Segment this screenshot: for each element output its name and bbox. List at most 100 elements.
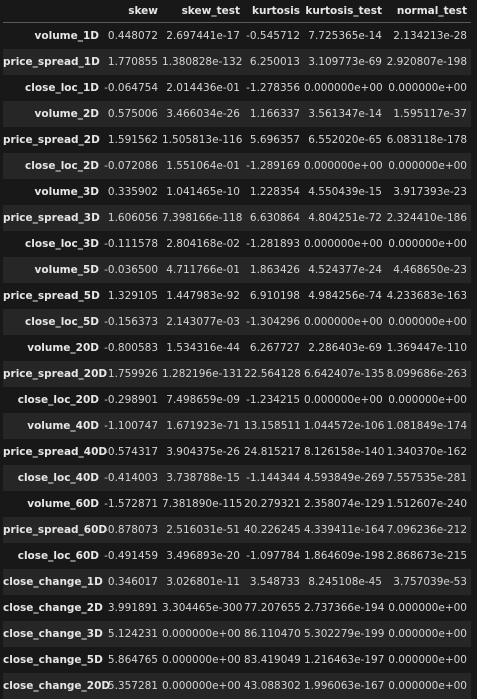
- column-header-skew-test: skew_test: [162, 0, 244, 23]
- index-header: [3, 0, 103, 23]
- cell-skew: -0.064754: [104, 81, 158, 94]
- row-index-label: price_spread_40D: [3, 445, 108, 458]
- cell-skew: 5.864765: [107, 653, 158, 666]
- cell-normal-test: 0.000000e+00: [388, 627, 467, 640]
- cell-kurtosis-test: 4.593849e-269: [304, 471, 385, 484]
- cell-kurtosis: 5.696357: [249, 133, 300, 146]
- table-row: price_spread_40D -0.574317 3.904375e-26 24.…: [3, 439, 471, 465]
- row-index-label: close_change_2D: [3, 601, 103, 614]
- table-row: close_change_3D 5.124231 0.000000e+00 86.11…: [3, 620, 471, 647]
- table-row: close_loc_20D -0.298901 7.498659e-09 -1.234…: [3, 387, 471, 413]
- cell-skew: -0.491459: [104, 549, 158, 562]
- row-index-label: close_loc_20D: [17, 393, 99, 406]
- cell-normal-test: 0.000000e+00: [388, 237, 467, 250]
- cell-skew: 0.335902: [107, 185, 158, 198]
- cell-kurtosis: 40.226245: [244, 523, 301, 536]
- cell-kurtosis: 22.564128: [244, 367, 301, 380]
- cell-skew: 3.991891: [107, 601, 158, 614]
- cell-skew-test: 2.143077e-03: [166, 315, 240, 328]
- row-index-label: price_spread_5D: [3, 289, 100, 302]
- row-index-label: close_change_1D: [3, 575, 103, 588]
- table-row: close_loc_5D -0.156373 2.143077e-03 -1.3042…: [3, 308, 471, 335]
- cell-kurtosis-test: 6.642407e-135: [304, 367, 385, 380]
- cell-normal-test: 6.083118e-178: [386, 133, 467, 146]
- cell-kurtosis: -1.281893: [246, 237, 300, 250]
- row-index-label: close_change_5D: [3, 653, 103, 666]
- cell-skew-test: 1.041465e-10: [166, 185, 240, 198]
- column-header-skew: skew: [103, 0, 162, 23]
- row-index-label: close_loc_60D: [17, 549, 99, 562]
- cell-normal-test: 0.000000e+00: [388, 81, 467, 94]
- row-index-label: price_spread_3D: [3, 211, 100, 224]
- cell-kurtosis-test: 2.286403e-69: [308, 341, 382, 354]
- row-index-label: volume_5D: [34, 263, 99, 276]
- cell-kurtosis: 1.863426: [249, 263, 300, 276]
- cell-normal-test: 0.000000e+00: [388, 159, 467, 172]
- cell-kurtosis: 6.910198: [249, 289, 300, 302]
- cell-kurtosis-test: 0.000000e+00: [304, 315, 383, 328]
- cell-skew-test: 0.000000e+00: [162, 653, 241, 666]
- cell-normal-test: 1.369447e-110: [386, 341, 467, 354]
- cell-skew-test: 3.466034e-26: [166, 107, 240, 120]
- table-body: volume_1D 0.448072 2.697441e-17 -0.545712 7.…: [3, 23, 471, 699]
- cell-normal-test: 2.920807e-198: [386, 55, 467, 68]
- row-index-label: close_loc_2D: [25, 159, 99, 172]
- row-index-label: volume_3D: [34, 185, 99, 198]
- cell-skew: -0.574317: [104, 445, 158, 458]
- cell-normal-test: 0.000000e+00: [388, 601, 467, 614]
- table-row: close_loc_3D -0.111578 2.804168e-02 -1.2818…: [3, 231, 471, 257]
- cell-kurtosis: 43.088302: [244, 679, 301, 692]
- cell-normal-test: 0.000000e+00: [388, 393, 467, 406]
- cell-normal-test: 2.868673e-215: [386, 549, 467, 562]
- table-row: price_spread_1D 1.770855 1.380828e-132 6.25…: [3, 48, 471, 75]
- cell-skew-test: 1.534316e-44: [166, 341, 240, 354]
- table-row: volume_60D -1.572871 7.381890e-115 20.27932…: [3, 491, 471, 517]
- row-index-label: close_loc_1D: [25, 81, 99, 94]
- cell-normal-test: 3.757039e-53: [393, 575, 467, 588]
- cell-kurtosis: 83.419049: [244, 653, 301, 666]
- row-index-label: price_spread_20D: [3, 367, 108, 380]
- cell-kurtosis-test: 2.737366e-194: [304, 601, 385, 614]
- row-index-label: volume_40D: [27, 419, 99, 432]
- cell-normal-test: 7.557535e-281: [386, 471, 467, 484]
- cell-kurtosis-test: 8.126158e-140: [304, 445, 385, 458]
- cell-kurtosis: 24.815217: [244, 445, 301, 458]
- cell-normal-test: 2.134213e-28: [393, 29, 467, 42]
- table-row: price_spread_3D 1.606056 7.398166e-118 6.63…: [3, 204, 471, 231]
- cell-skew: 1.329105: [107, 289, 158, 302]
- cell-normal-test: 4.468650e-23: [393, 263, 467, 276]
- cell-kurtosis-test: 4.804251e-72: [308, 211, 382, 224]
- cell-kurtosis: 20.279321: [244, 497, 301, 510]
- cell-skew-test: 1.380828e-132: [162, 55, 243, 68]
- cell-skew: 1.759926: [107, 367, 158, 380]
- cell-kurtosis-test: 5.302279e-199: [304, 627, 385, 640]
- cell-normal-test: 0.000000e+00: [388, 679, 467, 692]
- cell-normal-test: 4.233683e-163: [386, 289, 467, 302]
- row-index-label: price_spread_60D: [3, 523, 108, 536]
- cell-kurtosis: 86.110470: [244, 627, 301, 640]
- cell-kurtosis: 6.267727: [249, 341, 300, 354]
- table-row: price_spread_20D 1.759926 1.282196e-131 22.…: [3, 360, 471, 387]
- cell-skew-test: 7.381890e-115: [162, 497, 243, 510]
- row-index-label: close_loc_3D: [25, 237, 99, 250]
- cell-kurtosis: 6.250013: [249, 55, 300, 68]
- table-row: close_change_20D 5.357281 0.000000e+00 43.0…: [3, 672, 471, 699]
- cell-skew-test: 1.505813e-116: [162, 133, 243, 146]
- table-row: close_loc_40D -0.414003 3.738788e-15 -1.144…: [3, 464, 471, 491]
- cell-kurtosis: 3.548733: [249, 575, 300, 588]
- header-row: skew skew_test kurtosis kurtosis_test no…: [3, 0, 471, 23]
- cell-skew-test: 1.551064e-01: [166, 159, 240, 172]
- cell-skew: 1.606056: [107, 211, 158, 224]
- cell-skew-test: 3.496893e-20: [166, 549, 240, 562]
- cell-skew-test: 1.447983e-92: [166, 289, 240, 302]
- cell-skew-test: 7.498659e-09: [166, 393, 240, 406]
- cell-kurtosis: -1.278356: [246, 81, 300, 94]
- cell-normal-test: 0.000000e+00: [388, 653, 467, 666]
- cell-kurtosis-test: 0.000000e+00: [304, 393, 383, 406]
- cell-skew: -0.878073: [104, 523, 158, 536]
- cell-normal-test: 1.512607e-240: [386, 497, 467, 510]
- cell-kurtosis: -1.144344: [246, 471, 300, 484]
- row-index-label: close_change_20D: [3, 679, 111, 692]
- cell-skew: 5.357281: [107, 679, 158, 692]
- cell-kurtosis-test: 3.109773e-69: [308, 55, 382, 68]
